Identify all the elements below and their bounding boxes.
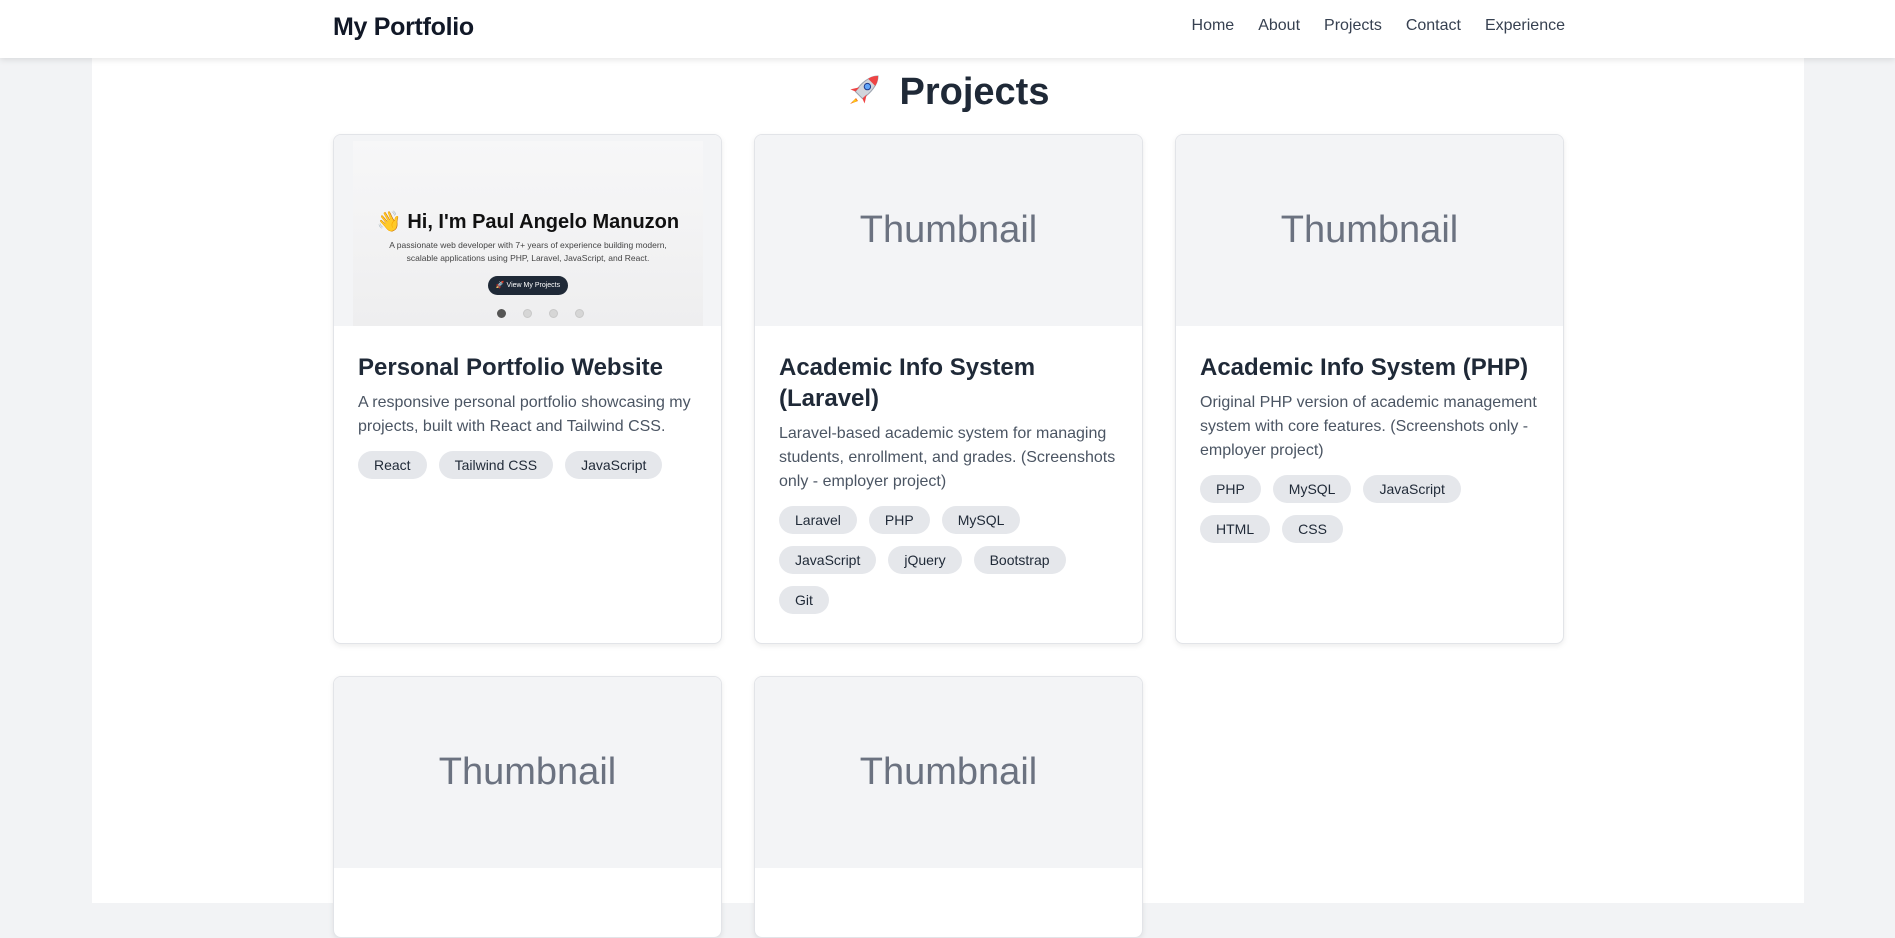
tech-tag: MySQL xyxy=(941,506,1021,534)
project-thumbnail: Thumbnail xyxy=(334,677,721,868)
tech-tag: Bootstrap xyxy=(973,546,1066,574)
tech-tag: PHP xyxy=(1200,475,1261,503)
tech-tag: Laravel xyxy=(779,506,857,534)
card-body: Personal Portfolio Website A responsive … xyxy=(334,326,721,499)
navbar: My Portfolio Home About Projects Contact… xyxy=(0,0,1895,58)
tech-tag: Git xyxy=(779,586,829,614)
project-card-academic-laravel[interactable]: Thumbnail Academic Info System (Laravel)… xyxy=(754,134,1143,644)
carousel-dot xyxy=(575,309,584,318)
tech-tags: React Tailwind CSS JavaScript xyxy=(358,451,697,479)
project-thumbnail: 👋 Hi, I'm Paul Angelo Manuzon A passiona… xyxy=(334,135,721,326)
section-title-text: Projects xyxy=(899,71,1050,113)
project-description: Laravel-based academic system for managi… xyxy=(779,425,1116,490)
tech-tags: Laravel PHP MySQL JavaScript jQuery Boot… xyxy=(779,506,1118,614)
project-title: Personal Portfolio Website xyxy=(358,354,663,381)
project-description: Original PHP version of academic managem… xyxy=(1200,394,1537,459)
preview-carousel-dots xyxy=(497,309,584,318)
nav-link-contact[interactable]: Contact xyxy=(1406,17,1461,35)
carousel-dot xyxy=(549,309,558,318)
brand-logo[interactable]: My Portfolio xyxy=(333,13,474,42)
card-body: Academic Info System (Laravel) Laravel-b… xyxy=(755,326,1142,634)
project-thumbnail: Thumbnail xyxy=(755,135,1142,326)
tech-tag: JavaScript xyxy=(565,451,663,479)
tech-tag: React xyxy=(358,451,427,479)
project-thumbnail: Thumbnail xyxy=(755,677,1142,868)
project-title: Academic Info System (PHP) xyxy=(1200,354,1529,381)
tech-tag: HTML xyxy=(1200,515,1271,543)
nav-link-projects[interactable]: Projects xyxy=(1324,17,1382,35)
project-card[interactable]: Thumbnail xyxy=(754,676,1143,938)
nav-link-about[interactable]: About xyxy=(1258,17,1300,35)
rocket-icon xyxy=(846,68,886,118)
nav-link-experience[interactable]: Experience xyxy=(1485,17,1565,35)
preview-button: 🚀 View My Projects xyxy=(488,276,568,295)
nav-link-home[interactable]: Home xyxy=(1192,17,1235,35)
tech-tag: JavaScript xyxy=(779,546,877,574)
tech-tag: MySQL xyxy=(1272,475,1352,503)
preview-subtitle: A passionate web developer with 7+ years… xyxy=(389,240,667,263)
site-preview-image: 👋 Hi, I'm Paul Angelo Manuzon A passiona… xyxy=(353,141,703,326)
project-thumbnail: Thumbnail xyxy=(1176,135,1563,326)
project-title: Academic Info System (Laravel) xyxy=(779,354,1036,412)
tech-tag: JavaScript xyxy=(1363,475,1461,503)
tech-tag: Tailwind CSS xyxy=(438,451,554,479)
project-card[interactable]: Thumbnail xyxy=(333,676,722,938)
card-body: Academic Info System (PHP) Original PHP … xyxy=(1176,326,1563,563)
project-card-academic-php[interactable]: Thumbnail Academic Info System (PHP) Ori… xyxy=(1175,134,1564,644)
project-card-portfolio[interactable]: 👋 Hi, I'm Paul Angelo Manuzon A passiona… xyxy=(333,134,722,644)
preview-heading: 👋 Hi, I'm Paul Angelo Manuzon xyxy=(376,211,680,233)
nav-links: Home About Projects Contact Experience xyxy=(1192,17,1565,35)
carousel-dot xyxy=(497,309,506,318)
tech-tags: PHP MySQL JavaScript HTML CSS xyxy=(1200,475,1539,543)
tech-tag: jQuery xyxy=(888,546,962,574)
tech-tag: PHP xyxy=(868,506,930,534)
tech-tag: CSS xyxy=(1282,515,1343,543)
project-description: A responsive personal portfolio showcasi… xyxy=(358,394,691,435)
section-title: Projects xyxy=(0,68,1895,118)
carousel-dot xyxy=(523,309,532,318)
